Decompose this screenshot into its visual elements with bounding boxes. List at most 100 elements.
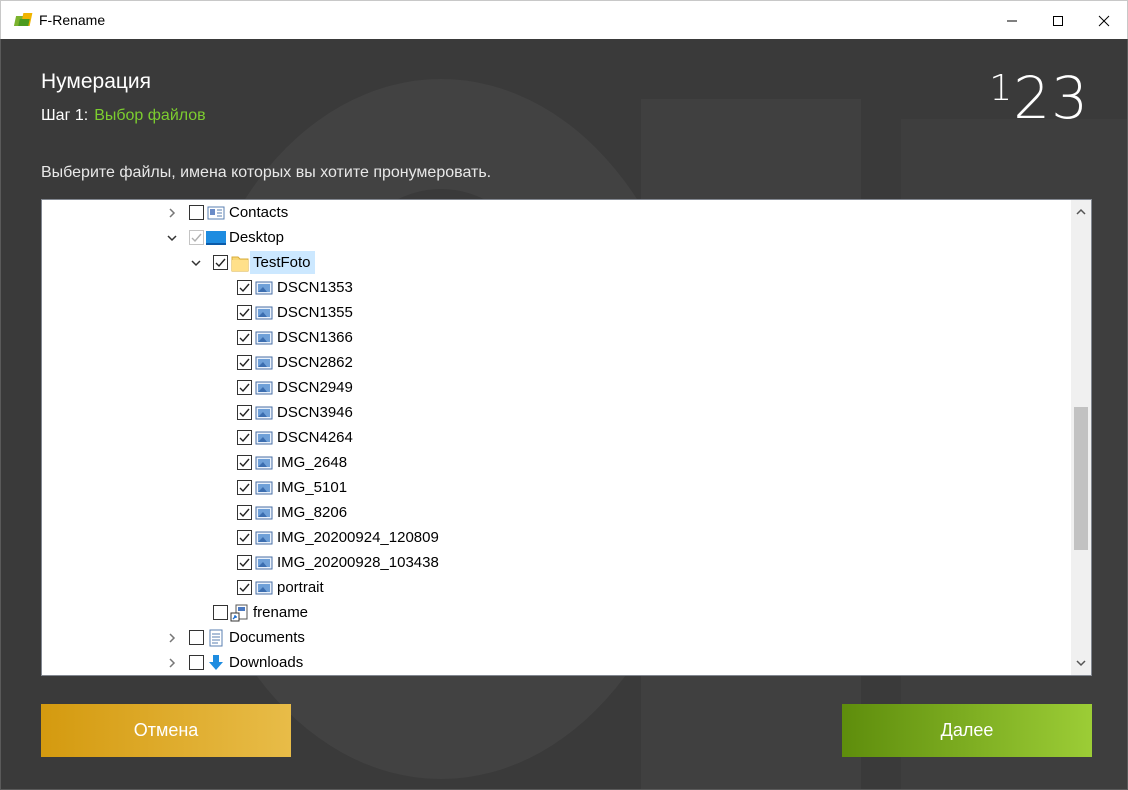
- minimize-icon: [1007, 20, 1017, 21]
- checkmark-icon: [239, 433, 250, 443]
- tree-item[interactable]: DSCN1353: [214, 275, 357, 300]
- tree-item[interactable]: frename: [190, 600, 312, 625]
- tree-item[interactable]: DSCN2862: [214, 350, 357, 375]
- collapse-toggle[interactable]: [166, 232, 178, 244]
- tree-item[interactable]: Contacts: [166, 200, 292, 225]
- tree-item[interactable]: DSCN1366: [214, 325, 357, 350]
- image-file-icon: [254, 404, 274, 422]
- tree-item[interactable]: IMG_2648: [214, 450, 351, 475]
- chevron-right-icon: [169, 632, 176, 643]
- chevron-down-icon: [191, 259, 201, 266]
- maximize-button[interactable]: [1035, 1, 1081, 40]
- window-controls: [989, 1, 1127, 40]
- image-file-icon: [254, 554, 274, 572]
- close-icon: [1098, 15, 1110, 26]
- step-name: Выбор файлов: [94, 107, 206, 124]
- tree-item[interactable]: portrait: [214, 575, 328, 600]
- tree-item-checkbox[interactable]: [237, 430, 252, 445]
- image-file-icon: [254, 579, 274, 597]
- vertical-scrollbar[interactable]: [1071, 200, 1091, 675]
- tree-item-checkbox[interactable]: [189, 205, 204, 220]
- tree-item-checkbox[interactable]: [237, 530, 252, 545]
- downloads-icon: [206, 654, 226, 672]
- tree-item[interactable]: Desktop: [166, 225, 288, 250]
- tree-item-label: Contacts: [229, 204, 289, 221]
- scroll-up-button[interactable]: [1071, 202, 1091, 222]
- tree-item-checkbox[interactable]: [237, 555, 252, 570]
- tree-item-checkbox[interactable]: [237, 405, 252, 420]
- checkmark-icon: [239, 408, 250, 418]
- title-bar: F-Rename: [0, 0, 1128, 39]
- minimize-button[interactable]: [989, 1, 1035, 40]
- checkmark-icon: [239, 358, 250, 368]
- tree-item-checkbox[interactable]: [189, 630, 204, 645]
- tree-item-label: IMG_20200928_103438: [277, 554, 439, 571]
- window-title: F-Rename: [39, 12, 106, 28]
- tree-item-label: IMG_20200924_120809: [277, 529, 439, 546]
- expand-toggle[interactable]: [166, 207, 178, 219]
- tree-item[interactable]: Downloads: [166, 650, 307, 675]
- tree-item-label: DSCN4264: [277, 429, 353, 446]
- next-button[interactable]: Далее: [842, 704, 1092, 757]
- tree-item[interactable]: Documents: [166, 625, 309, 650]
- tree-item-checkbox[interactable]: [237, 330, 252, 345]
- chevron-up-icon: [1076, 208, 1086, 215]
- numbering-logo: 123: [989, 57, 1089, 130]
- tree-item-label: IMG_5101: [277, 479, 348, 496]
- tree-item[interactable]: IMG_8206: [214, 500, 351, 525]
- scroll-down-button[interactable]: [1071, 653, 1091, 673]
- tree-item[interactable]: DSCN4264: [214, 425, 357, 450]
- tree-item-checkbox[interactable]: [237, 455, 252, 470]
- cancel-button[interactable]: Отмена: [41, 704, 291, 757]
- tree-item[interactable]: IMG_20200928_103438: [214, 550, 443, 575]
- image-file-icon: [254, 279, 274, 297]
- chevron-right-icon: [169, 207, 176, 218]
- checkmark-icon: [239, 458, 250, 468]
- tree-item-checkbox[interactable]: [237, 505, 252, 520]
- close-button[interactable]: [1081, 1, 1127, 40]
- tree-item[interactable]: IMG_20200924_120809: [214, 525, 443, 550]
- tree-item-checkbox[interactable]: [237, 380, 252, 395]
- expand-toggle[interactable]: [166, 632, 178, 644]
- tree-item-checkbox[interactable]: [213, 255, 228, 270]
- tree-item-checkbox[interactable]: [237, 355, 252, 370]
- tree-item[interactable]: DSCN1355: [214, 300, 357, 325]
- tree-item[interactable]: IMG_5101: [214, 475, 351, 500]
- tree-item-label: DSCN1353: [277, 279, 353, 296]
- tree-item[interactable]: DSCN3946: [214, 400, 357, 425]
- image-file-icon: [254, 354, 274, 372]
- collapse-toggle[interactable]: [190, 257, 202, 269]
- checkmark-icon: [191, 233, 202, 243]
- checkmark-icon: [239, 558, 250, 568]
- tree-item-checkbox[interactable]: [237, 480, 252, 495]
- file-tree[interactable]: Contacts Desktop TestFoto DSCN1353 DSCN1355 D…: [41, 199, 1092, 676]
- scrollbar-thumb[interactable]: [1074, 407, 1088, 550]
- wizard-panel: Нумерация Шаг 1: Выбор файлов 123 Выберит…: [0, 39, 1128, 790]
- tree-item-checkbox[interactable]: [237, 280, 252, 295]
- expand-toggle[interactable]: [166, 657, 178, 669]
- folder-icon: [230, 254, 250, 272]
- tree-item-checkbox[interactable]: [237, 305, 252, 320]
- image-file-icon: [254, 454, 274, 472]
- tree-item[interactable]: TestFoto: [190, 250, 315, 275]
- tree-item-checkbox[interactable]: [189, 230, 204, 245]
- chevron-down-icon: [1076, 660, 1086, 667]
- checkmark-icon: [239, 283, 250, 293]
- tree-item-label: Documents: [229, 629, 305, 646]
- checkmark-icon: [239, 333, 250, 343]
- tree-item[interactable]: DSCN2949: [214, 375, 357, 400]
- maximize-icon: [1053, 15, 1063, 26]
- image-file-icon: [254, 379, 274, 397]
- image-file-icon: [254, 429, 274, 447]
- tree-item-label: DSCN3946: [277, 404, 353, 421]
- chevron-down-icon: [167, 234, 177, 241]
- tree-item-checkbox[interactable]: [189, 655, 204, 670]
- image-file-icon: [254, 504, 274, 522]
- tree-item-label: TestFoto: [250, 251, 315, 274]
- tree-item-checkbox[interactable]: [213, 605, 228, 620]
- image-file-icon: [254, 529, 274, 547]
- tree-item-checkbox[interactable]: [237, 580, 252, 595]
- checkmark-icon: [215, 258, 226, 268]
- frename-shortcut-icon: [230, 604, 250, 622]
- tree-item-label: portrait: [277, 579, 324, 596]
